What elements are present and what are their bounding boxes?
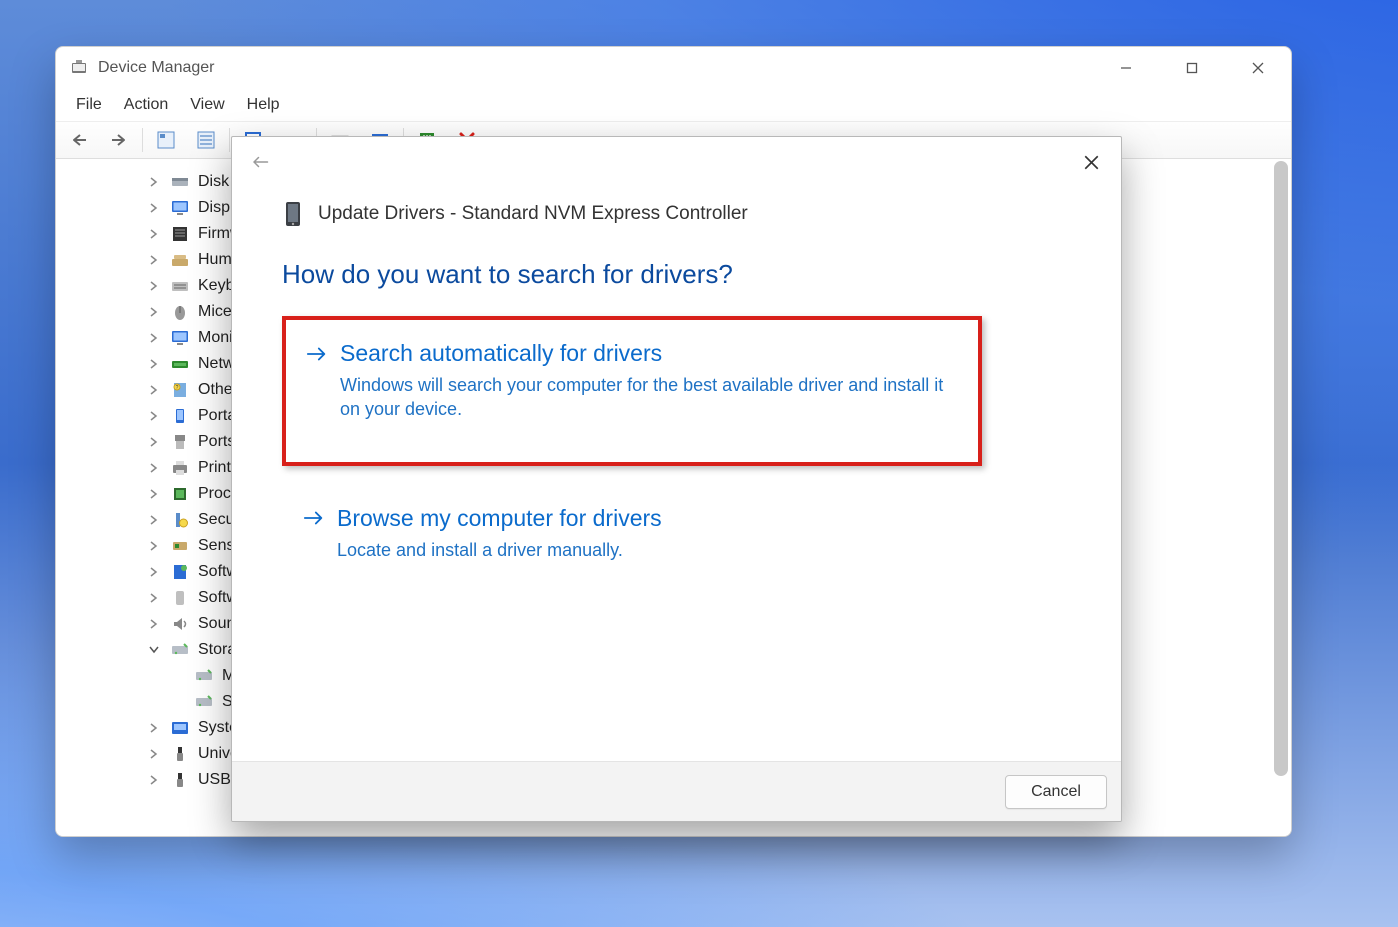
option-description: Locate and install a driver manually. — [303, 538, 961, 562]
chevron-right-icon[interactable] — [146, 616, 162, 632]
toolbar-separator — [142, 128, 143, 152]
chevron-right-icon[interactable] — [146, 590, 162, 606]
other-icon — [170, 381, 190, 399]
scrollbar-thumb[interactable] — [1274, 161, 1288, 776]
hid-icon — [170, 251, 190, 269]
chevron-right-icon[interactable] — [146, 434, 162, 450]
dialog-question: How do you want to search for drivers? — [282, 259, 1071, 290]
option-description: Windows will search your computer for th… — [306, 373, 954, 422]
toolbar-separator — [229, 128, 230, 152]
chevron-right-icon[interactable] — [146, 382, 162, 398]
sensor-icon — [170, 537, 190, 555]
show-hide-button[interactable] — [147, 125, 185, 155]
chevron-right-icon[interactable] — [146, 746, 162, 762]
close-window-button[interactable] — [1225, 47, 1291, 89]
option-title: Search automatically for drivers — [340, 340, 662, 367]
chevron-right-icon[interactable] — [146, 278, 162, 294]
device-icon — [282, 199, 304, 229]
arrow-right-icon — [303, 509, 325, 527]
chevron-right-icon[interactable] — [146, 538, 162, 554]
dialog-title: Update Drivers - Standard NVM Express Co… — [318, 203, 748, 225]
menu-bar: File Action View Help — [56, 89, 1291, 122]
usb-icon — [170, 745, 190, 763]
option-browse-computer[interactable]: Browse my computer for drivers Locate and… — [282, 490, 982, 581]
port-icon — [170, 433, 190, 451]
menu-action[interactable]: Action — [114, 92, 178, 118]
nav-forward-button[interactable] — [100, 125, 138, 155]
cancel-button[interactable]: Cancel — [1005, 775, 1107, 809]
option-title: Browse my computer for drivers — [337, 505, 662, 532]
properties-button[interactable] — [187, 125, 225, 155]
title-bar[interactable]: Device Manager — [56, 47, 1291, 89]
network-icon — [170, 355, 190, 373]
nav-back-button[interactable] — [60, 125, 98, 155]
storage-icon — [194, 667, 214, 685]
option-search-automatically[interactable]: Search automatically for drivers Windows … — [282, 316, 982, 466]
chevron-right-icon[interactable] — [146, 252, 162, 268]
monitor-icon — [170, 199, 190, 217]
storage-icon — [194, 693, 214, 711]
audio-icon — [170, 615, 190, 633]
window-controls — [1093, 47, 1291, 89]
disk-icon — [170, 173, 190, 191]
dialog-back-button[interactable] — [248, 150, 272, 174]
chevron-right-icon[interactable] — [146, 356, 162, 372]
minimize-button[interactable] — [1093, 47, 1159, 89]
window-title: Device Manager — [98, 59, 215, 77]
chevron-right-icon[interactable] — [146, 772, 162, 788]
dialog-header: Update Drivers - Standard NVM Express Co… — [232, 187, 1121, 229]
dialog-title-bar[interactable] — [232, 137, 1121, 187]
storage-icon — [170, 641, 190, 659]
software-icon — [170, 563, 190, 581]
chevron-right-icon[interactable] — [146, 174, 162, 190]
device-icon — [170, 589, 190, 607]
dialog-footer: Cancel — [232, 761, 1121, 821]
dialog-body: How do you want to search for drivers? S… — [232, 229, 1121, 761]
chevron-down-icon[interactable] — [146, 642, 162, 658]
update-drivers-dialog: Update Drivers - Standard NVM Express Co… — [231, 136, 1122, 822]
app-icon — [70, 59, 88, 77]
vertical-scrollbar[interactable] — [1274, 159, 1288, 779]
arrow-right-icon — [306, 345, 328, 363]
chevron-right-icon[interactable] — [146, 200, 162, 216]
option-title-row: Browse my computer for drivers — [303, 505, 961, 532]
option-title-row: Search automatically for drivers — [306, 340, 954, 367]
chevron-right-icon[interactable] — [146, 564, 162, 580]
maximize-button[interactable] — [1159, 47, 1225, 89]
security-icon — [170, 511, 190, 529]
chevron-right-icon[interactable] — [146, 460, 162, 476]
portable-icon — [170, 407, 190, 425]
system-icon — [170, 719, 190, 737]
chevron-right-icon[interactable] — [146, 408, 162, 424]
dialog-close-button[interactable] — [1071, 142, 1111, 182]
chevron-right-icon[interactable] — [146, 304, 162, 320]
printer-icon — [170, 459, 190, 477]
chevron-right-icon[interactable] — [146, 226, 162, 242]
monitor-icon — [170, 329, 190, 347]
chevron-right-icon[interactable] — [146, 720, 162, 736]
chevron-right-icon[interactable] — [146, 512, 162, 528]
mouse-icon — [170, 303, 190, 321]
firmware-icon — [170, 225, 190, 243]
menu-view[interactable]: View — [180, 92, 234, 118]
menu-help[interactable]: Help — [237, 92, 290, 118]
keyboard-icon — [170, 277, 190, 295]
chevron-right-icon[interactable] — [146, 330, 162, 346]
menu-file[interactable]: File — [66, 92, 112, 118]
usb-icon — [170, 771, 190, 789]
cpu-icon — [170, 485, 190, 503]
chevron-right-icon[interactable] — [146, 486, 162, 502]
